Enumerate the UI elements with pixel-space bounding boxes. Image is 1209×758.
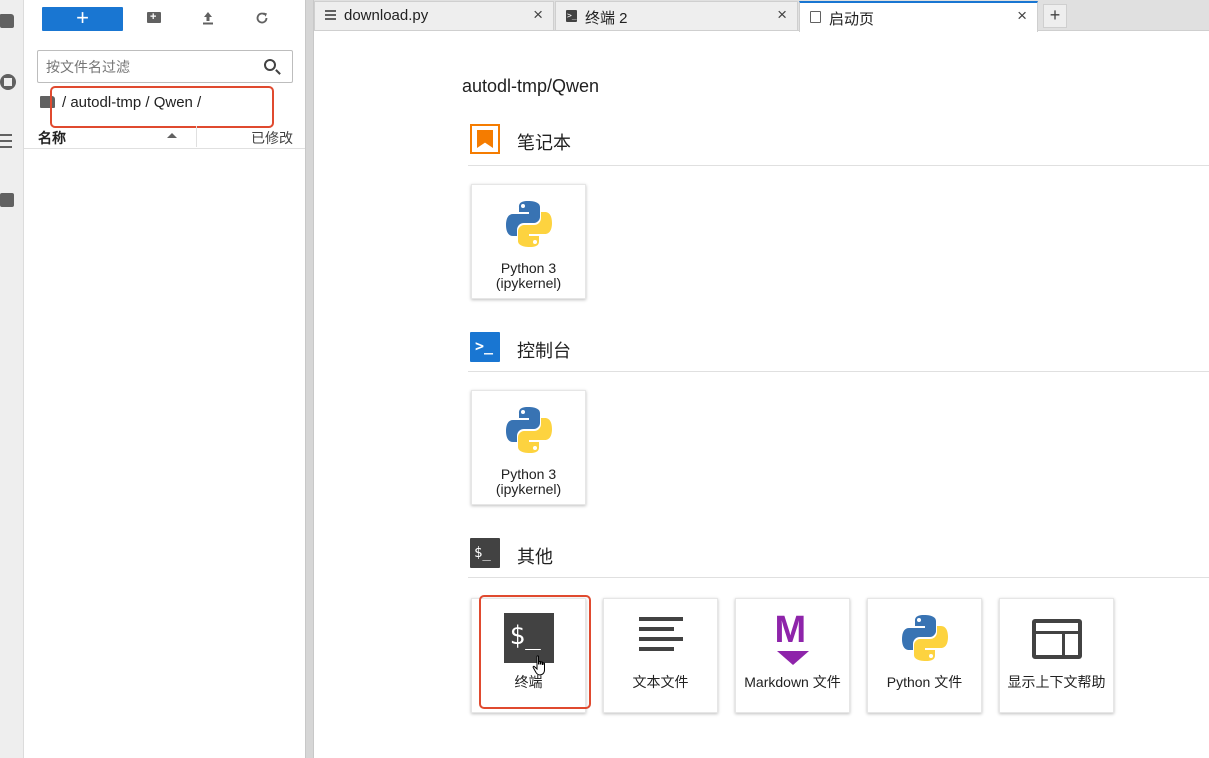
section-title: 笔记本 [517, 133, 571, 153]
sort-ascending-icon [167, 133, 177, 138]
card-label-line2: (ipykernel) [495, 481, 562, 497]
file-list [24, 150, 305, 750]
refresh-icon[interactable] [255, 11, 269, 25]
section-notebook: 笔记本 [470, 123, 1209, 155]
python-logo-icon [901, 615, 948, 661]
card-label-line1: Python 3 [500, 260, 557, 276]
card-label: 文本文件 [632, 674, 689, 690]
card-label-line2: (ipykernel) [495, 275, 562, 291]
section-divider [468, 371, 1209, 372]
column-modified[interactable]: 已修改 [251, 128, 293, 148]
context-help-card[interactable]: 显示上下文帮助 [999, 598, 1114, 713]
column-name[interactable]: 名称 [38, 128, 66, 148]
terminal-icon [566, 10, 577, 22]
card-label: 终端 [514, 674, 543, 690]
breadcrumb-folder-icon[interactable] [40, 96, 55, 108]
text-file-icon [638, 617, 683, 661]
text-file-card[interactable]: 文本文件 [603, 598, 718, 713]
context-help-icon [1031, 619, 1082, 659]
add-tab-button[interactable]: + [1043, 4, 1067, 28]
column-divider[interactable] [196, 126, 197, 147]
markdown-icon: M [773, 611, 813, 667]
python-logo-icon [505, 201, 552, 247]
close-icon[interactable]: × [533, 6, 543, 24]
launcher: autodl-tmp/Qwen 笔记本 Python 3 (ipykernel)… [314, 32, 1209, 758]
running-icon[interactable] [0, 74, 16, 90]
close-icon[interactable]: × [1017, 7, 1027, 25]
tab-launcher[interactable]: 启动页 × [799, 1, 1038, 32]
card-label-line1: Python 3 [500, 466, 557, 482]
console-icon [470, 332, 500, 362]
card-label: Markdown 文件 [744, 674, 841, 690]
python-file-card[interactable]: Python 文件 [867, 598, 982, 713]
upload-icon[interactable] [201, 11, 215, 25]
file-browser-toolbar: + [24, 0, 305, 40]
filter-box [37, 50, 293, 83]
terminal-card[interactable]: $_ 终端 [471, 598, 586, 713]
card-label: Python 3 (ipykernel) [472, 261, 585, 291]
tab-bar: download.py × 终端 2 × 启动页 × + [314, 0, 1209, 32]
section-other: 其他 [470, 537, 1209, 569]
text-file-icon [325, 10, 336, 22]
tab-label: download.py [344, 7, 429, 24]
new-launcher-button[interactable]: + [42, 7, 123, 31]
folder-icon[interactable] [0, 14, 14, 28]
section-console: 控制台 [470, 331, 1209, 363]
launcher-icon [810, 11, 821, 23]
section-title: 其他 [517, 547, 553, 567]
launcher-cwd: autodl-tmp/Qwen [462, 76, 600, 96]
panel-splitter[interactable] [305, 0, 314, 758]
file-browser: + / autodl-tmp / Qwen / 名称 已修改 [24, 0, 305, 758]
tab-download-py[interactable]: download.py × [314, 1, 554, 30]
filter-input[interactable] [46, 57, 256, 77]
file-list-header: 名称 已修改 [24, 124, 305, 149]
close-icon[interactable]: × [777, 6, 787, 24]
extensions-icon[interactable] [0, 193, 14, 207]
markdown-file-card[interactable]: M Markdown 文件 [735, 598, 850, 713]
breadcrumb-path[interactable]: / autodl-tmp / Qwen / [62, 94, 201, 111]
section-title: 控制台 [517, 341, 571, 361]
tab-label: 终端 2 [585, 10, 628, 27]
console-python3-card[interactable]: Python 3 (ipykernel) [471, 390, 586, 505]
notebook-python3-card[interactable]: Python 3 (ipykernel) [471, 184, 586, 299]
hand-cursor-icon [532, 655, 545, 676]
notebook-icon [470, 124, 500, 154]
section-divider [468, 165, 1209, 166]
terminal-icon [470, 538, 500, 568]
section-divider [468, 577, 1209, 578]
activity-bar [0, 0, 24, 758]
card-label: 显示上下文帮助 [1007, 674, 1106, 690]
card-label: Python 文件 [886, 674, 963, 690]
tab-label: 启动页 [829, 11, 875, 28]
tab-terminal-2[interactable]: 终端 2 × [555, 1, 798, 30]
python-logo-icon [505, 407, 552, 453]
breadcrumb: / autodl-tmp / Qwen / [40, 92, 201, 112]
search-icon[interactable] [264, 59, 276, 71]
card-label: Python 3 (ipykernel) [472, 467, 585, 497]
new-folder-icon[interactable] [147, 11, 161, 25]
commands-icon[interactable] [0, 134, 14, 148]
